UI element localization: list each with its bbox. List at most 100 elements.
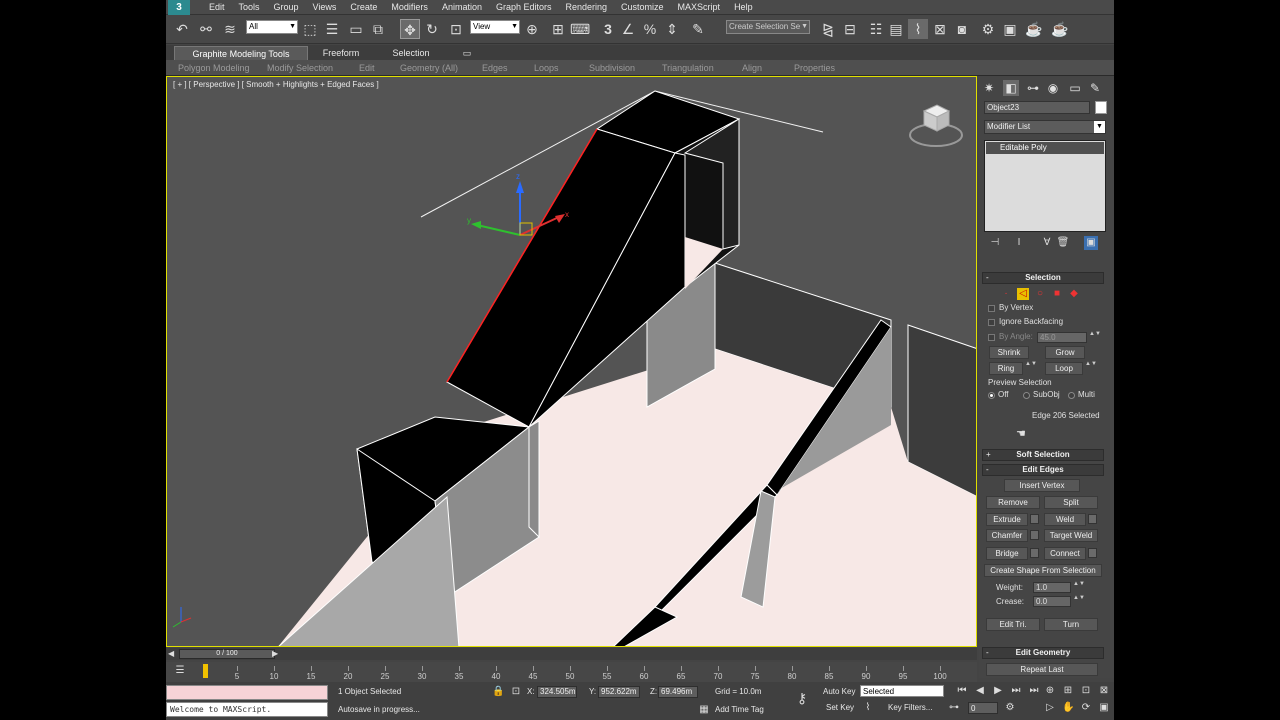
by-vertex-checkbox[interactable] (988, 305, 995, 312)
create-panel-icon[interactable]: ✷ (981, 80, 997, 96)
key-filters-button[interactable]: Key Filters... (888, 702, 932, 714)
graphite-toggle-icon[interactable]: ▤ (886, 19, 906, 39)
remove-button[interactable]: Remove (986, 496, 1040, 509)
play-icon[interactable]: ▶ (992, 685, 1004, 697)
rectangular-selection-icon[interactable]: ▭ (346, 19, 366, 39)
menu-tools[interactable]: Tools (232, 0, 267, 15)
mirror-icon[interactable]: ⧎ (818, 19, 838, 39)
bridge-button[interactable]: Bridge (986, 547, 1028, 560)
shrink-button[interactable]: Shrink (989, 346, 1029, 359)
crease-spinner[interactable]: ▲▼ (1073, 595, 1085, 607)
edit-named-selection-icon[interactable]: ✎ (688, 19, 708, 39)
stack-item-editable-poly[interactable]: Editable Poly (986, 142, 1104, 154)
make-unique-icon[interactable]: ∀ (1040, 236, 1054, 250)
connect-button[interactable]: Connect (1044, 547, 1086, 560)
preview-multi-radio[interactable] (1068, 392, 1075, 399)
modify-panel-icon[interactable]: ◧ (1003, 80, 1019, 96)
snaps-toggle-icon[interactable]: 3 (598, 19, 618, 39)
selection-lock-icon[interactable]: 🔒 (492, 686, 504, 698)
angle-snap-icon[interactable]: ∠ (618, 19, 638, 39)
window-crossing-icon[interactable]: ⧉ (368, 19, 388, 39)
edit-tri-button[interactable]: Edit Tri. (986, 618, 1040, 631)
polygon-mode-icon[interactable]: ■ (1051, 288, 1063, 300)
move-icon[interactable]: ✥ (400, 19, 420, 39)
render-production-icon[interactable]: ☕ (1024, 19, 1044, 39)
absolute-mode-icon[interactable]: ⊡ (510, 686, 522, 698)
tab-graphite-modeling-tools[interactable]: Graphite Modeling Tools (174, 46, 308, 60)
trackbar-ruler[interactable]: 5 10 15 20 25 30 35 40 45 50 55 60 65 70 75 80 85 90 95 100 (200, 666, 977, 682)
tab-selection[interactable]: Selection (384, 46, 438, 60)
y-coord-field[interactable]: 952.622m (598, 686, 640, 698)
align-icon[interactable]: ⊟ (840, 19, 860, 39)
panel-modify-selection[interactable]: Modify Selection (267, 60, 333, 76)
configure-sets-icon[interactable]: ▣ (1084, 236, 1098, 250)
utilities-panel-icon[interactable]: ✎ (1087, 80, 1103, 96)
maximize-viewport-icon[interactable]: ▣ (1098, 702, 1110, 714)
trackbar[interactable]: ☰ 5 10 15 20 25 30 35 40 45 50 55 60 65 70 75 80 85 90 95 1… (166, 662, 977, 682)
preview-off-radio[interactable] (988, 392, 995, 399)
menu-customize[interactable]: Customize (614, 0, 671, 15)
field-of-view-icon[interactable]: ▷ (1044, 702, 1056, 714)
curve-editor-icon[interactable]: ⌇ (908, 19, 928, 39)
weld-settings-button[interactable] (1088, 514, 1097, 524)
time-slider-thumb[interactable]: 0 / 100 (179, 649, 275, 659)
modifier-stack[interactable]: Editable Poly (984, 140, 1106, 232)
panel-edit[interactable]: Edit (359, 60, 375, 76)
split-button[interactable]: Split (1044, 496, 1098, 509)
remove-modifier-icon[interactable]: 🗑 (1056, 236, 1070, 250)
show-end-result-icon[interactable]: Ι (1012, 236, 1026, 250)
grow-button[interactable]: Grow (1045, 346, 1085, 359)
pan-view-icon[interactable]: ✋ (1062, 702, 1074, 714)
render-setup-icon[interactable]: ⚙ (978, 19, 998, 39)
select-object-icon[interactable]: ⬚ (300, 19, 320, 39)
menu-rendering[interactable]: Rendering (559, 0, 615, 15)
menu-views[interactable]: Views (306, 0, 344, 15)
maxscript-input[interactable]: Welcome to MAXScript. (166, 702, 328, 717)
angle-spinner[interactable]: ▲▼ (1089, 331, 1101, 343)
auto-key-selection-dropdown[interactable]: Selected (860, 685, 944, 697)
z-coord-field[interactable]: 69.496m (658, 686, 698, 698)
vertex-mode-icon[interactable]: · (1000, 288, 1012, 300)
render-iterative-icon[interactable]: ☕ (1050, 19, 1070, 39)
set-key-button[interactable]: Set Key (826, 702, 854, 714)
spinner-snap-icon[interactable]: ⇕ (662, 19, 682, 39)
select-by-name-icon[interactable]: ☰ (322, 19, 342, 39)
rendered-frame-icon[interactable]: ▣ (1000, 19, 1020, 39)
repeat-last-button[interactable]: Repeat Last (986, 663, 1098, 676)
layer-manager-icon[interactable]: ☷ (866, 19, 886, 39)
scale-icon[interactable]: ⊡ (446, 19, 466, 39)
maxscript-listener-output[interactable] (166, 685, 328, 700)
panel-triangulation[interactable]: Triangulation (662, 60, 714, 76)
ring-button[interactable]: Ring (989, 362, 1023, 375)
selection-filter-dropdown[interactable]: All ▼ (246, 20, 298, 34)
loop-button[interactable]: Loop (1045, 362, 1083, 375)
loop-spinner[interactable]: ▲▼ (1085, 361, 1097, 373)
tab-freeform[interactable]: Freeform (314, 46, 368, 60)
panel-loops[interactable]: Loops (534, 60, 559, 76)
auto-key-button[interactable]: Auto Key (823, 686, 855, 698)
current-frame-field[interactable]: 0 (968, 702, 998, 714)
display-panel-icon[interactable]: ▭ (1067, 80, 1083, 96)
current-frame-marker[interactable] (203, 664, 208, 678)
pin-stack-icon[interactable]: ⊣ (988, 236, 1002, 250)
bridge-settings-button[interactable] (1030, 548, 1039, 558)
link-icon[interactable]: ⚯ (196, 19, 216, 39)
chamfer-settings-button[interactable] (1030, 530, 1039, 540)
key-mode-icon[interactable]: ⊶ (948, 702, 960, 714)
angle-value-field[interactable]: 45.0 (1037, 332, 1087, 343)
previous-key-icon[interactable]: ◀ (974, 685, 986, 697)
material-editor-icon[interactable]: ◙ (952, 19, 972, 39)
zoom-all-icon[interactable]: ⊞ (1062, 685, 1074, 697)
previous-frame-icon[interactable]: ◀ (168, 648, 178, 660)
weight-field[interactable]: 1.0 (1033, 582, 1071, 593)
set-key-mode-icon[interactable]: ⚷ (796, 691, 808, 705)
menu-modifiers[interactable]: Modifiers (384, 0, 435, 15)
viewport-label[interactable]: [ + ] [ Perspective ] [ Smooth + Highlig… (173, 80, 379, 89)
ribbon-minimize-icon[interactable]: ▭ (460, 46, 474, 60)
rollout-edit-geometry[interactable]: - Edit Geometry (982, 647, 1104, 659)
time-tag-icon[interactable]: ▦ (698, 704, 710, 716)
zoom-icon[interactable]: ⊕ (1044, 685, 1056, 697)
target-weld-button[interactable]: Target Weld (1044, 529, 1098, 542)
go-to-end-icon[interactable]: ⏭ (1028, 685, 1040, 697)
insert-vertex-button[interactable]: Insert Vertex (1004, 479, 1080, 492)
